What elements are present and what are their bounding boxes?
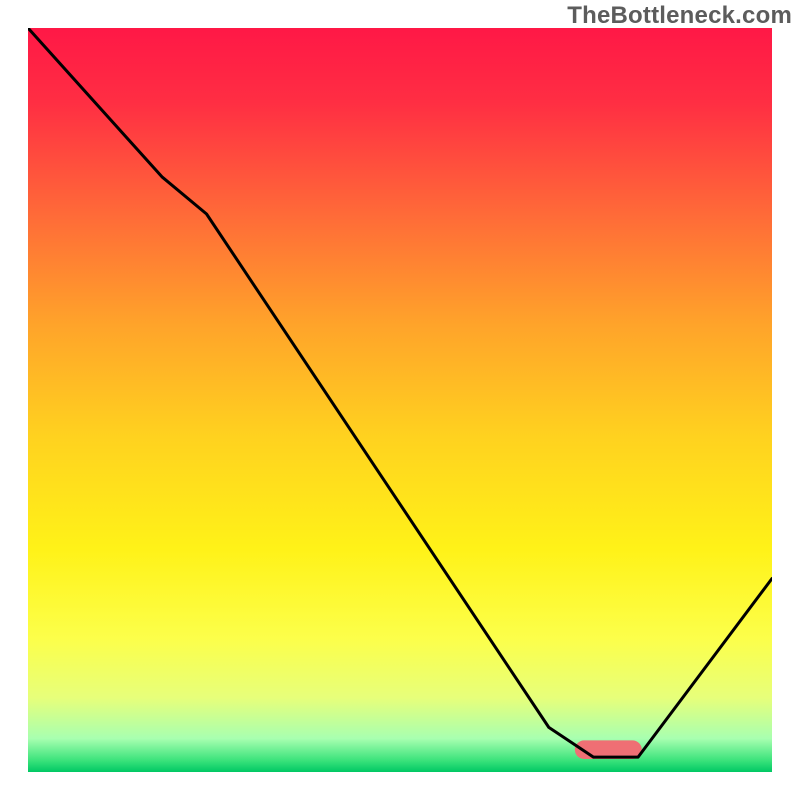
watermark-text: TheBottleneck.com [567, 2, 792, 30]
chart-container: TheBottleneck.com [0, 0, 800, 800]
plot-background [28, 28, 772, 772]
plot-svg [28, 28, 772, 772]
